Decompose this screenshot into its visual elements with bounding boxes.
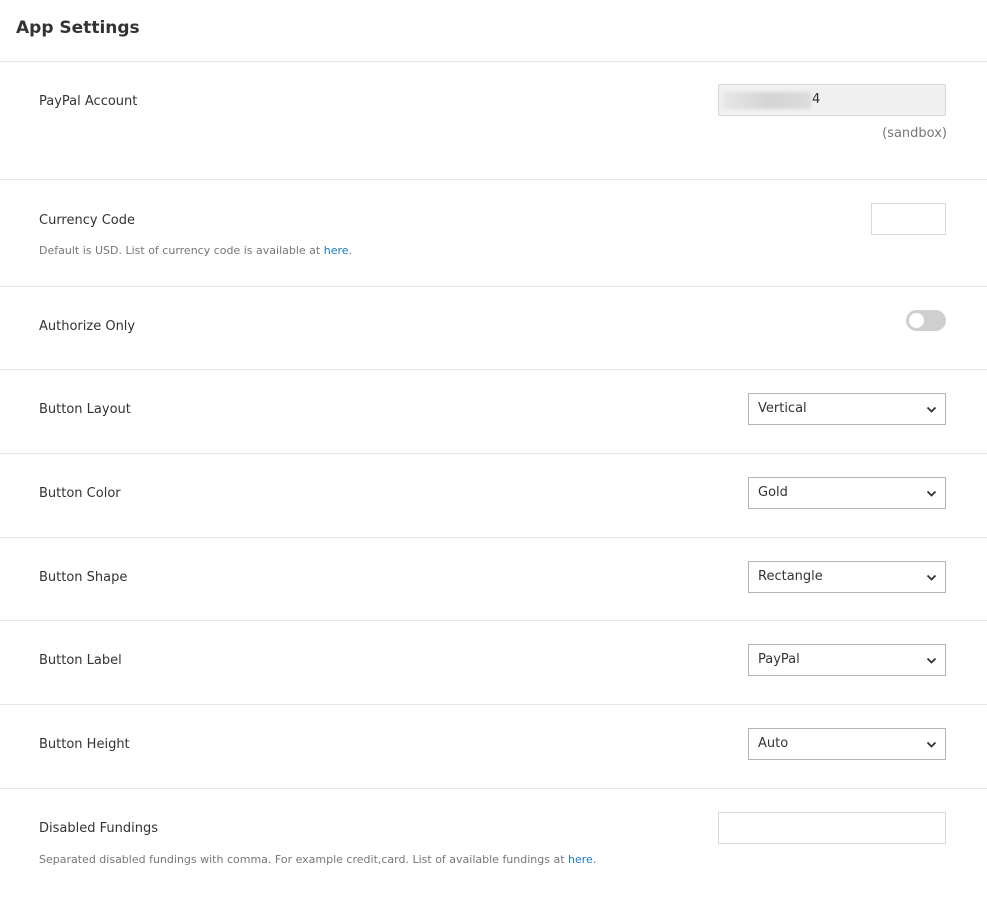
chevron-down-icon xyxy=(926,490,937,497)
setting-row-currency-code: Currency Code Default is USD. List of cu… xyxy=(0,180,987,287)
button-label-select[interactable]: PayPal xyxy=(748,644,946,676)
setting-row-button-shape: Button Shape Rectangle xyxy=(0,538,987,621)
button-label-label: Button Label xyxy=(39,653,122,668)
setting-row-button-layout: Button Layout Vertical xyxy=(0,370,987,454)
page-title: App Settings xyxy=(16,17,140,38)
button-shape-value: Rectangle xyxy=(758,569,823,584)
authorize-only-label: Authorize Only xyxy=(39,319,136,334)
authorize-only-toggle[interactable] xyxy=(906,310,946,331)
currency-code-help: Default is USD. List of currency code is… xyxy=(39,244,352,257)
button-color-label: Button Color xyxy=(39,486,121,501)
sandbox-note: (sandbox) xyxy=(882,126,947,141)
chevron-down-icon xyxy=(926,657,937,664)
button-color-select[interactable]: Gold xyxy=(748,477,946,509)
setting-row-authorize-only: Authorize Only xyxy=(0,287,987,370)
currency-code-help-period: . xyxy=(348,244,353,257)
currency-code-label: Currency Code xyxy=(39,213,135,228)
toggle-knob xyxy=(909,313,924,328)
setting-row-button-color: Button Color Gold xyxy=(0,454,987,538)
paypal-account-field[interactable]: 4 xyxy=(718,84,946,116)
paypal-account-label: PayPal Account xyxy=(39,94,138,109)
button-height-value: Auto xyxy=(758,736,789,751)
chevron-down-icon xyxy=(926,741,937,748)
setting-row-button-height: Button Height Auto xyxy=(0,705,987,789)
button-height-label: Button Height xyxy=(39,737,130,752)
setting-row-button-label: Button Label PayPal xyxy=(0,621,987,705)
currency-code-help-link[interactable]: here xyxy=(324,244,349,257)
setting-row-disabled-fundings: Disabled Fundings Separated disabled fun… xyxy=(0,789,987,903)
currency-code-help-text: Default is USD. List of currency code is… xyxy=(39,244,321,257)
disabled-fundings-help-period: . xyxy=(592,853,597,866)
button-height-select[interactable]: Auto xyxy=(748,728,946,760)
button-layout-value: Vertical xyxy=(758,401,807,416)
page-header: App Settings xyxy=(0,0,987,62)
disabled-fundings-help-text: Separated disabled fundings with comma. … xyxy=(39,853,565,866)
chevron-down-icon xyxy=(926,406,937,413)
disabled-fundings-input[interactable] xyxy=(718,812,946,844)
disabled-fundings-help: Separated disabled fundings with comma. … xyxy=(39,853,596,866)
app-settings-page: App Settings PayPal Account 4 (sandbox) … xyxy=(0,0,987,904)
button-layout-select[interactable]: Vertical xyxy=(748,393,946,425)
redacted-account-text xyxy=(723,92,811,109)
currency-code-input[interactable] xyxy=(871,203,946,235)
disabled-fundings-help-link[interactable]: here xyxy=(568,853,593,866)
disabled-fundings-label: Disabled Fundings xyxy=(39,821,158,836)
paypal-account-value: 4 xyxy=(812,92,821,107)
button-layout-label: Button Layout xyxy=(39,402,131,417)
setting-row-paypal-account: PayPal Account 4 (sandbox) xyxy=(0,62,987,180)
button-shape-select[interactable]: Rectangle xyxy=(748,561,946,593)
button-color-value: Gold xyxy=(758,485,788,500)
chevron-down-icon xyxy=(926,574,937,581)
button-label-value: PayPal xyxy=(758,652,800,667)
button-shape-label: Button Shape xyxy=(39,570,128,585)
